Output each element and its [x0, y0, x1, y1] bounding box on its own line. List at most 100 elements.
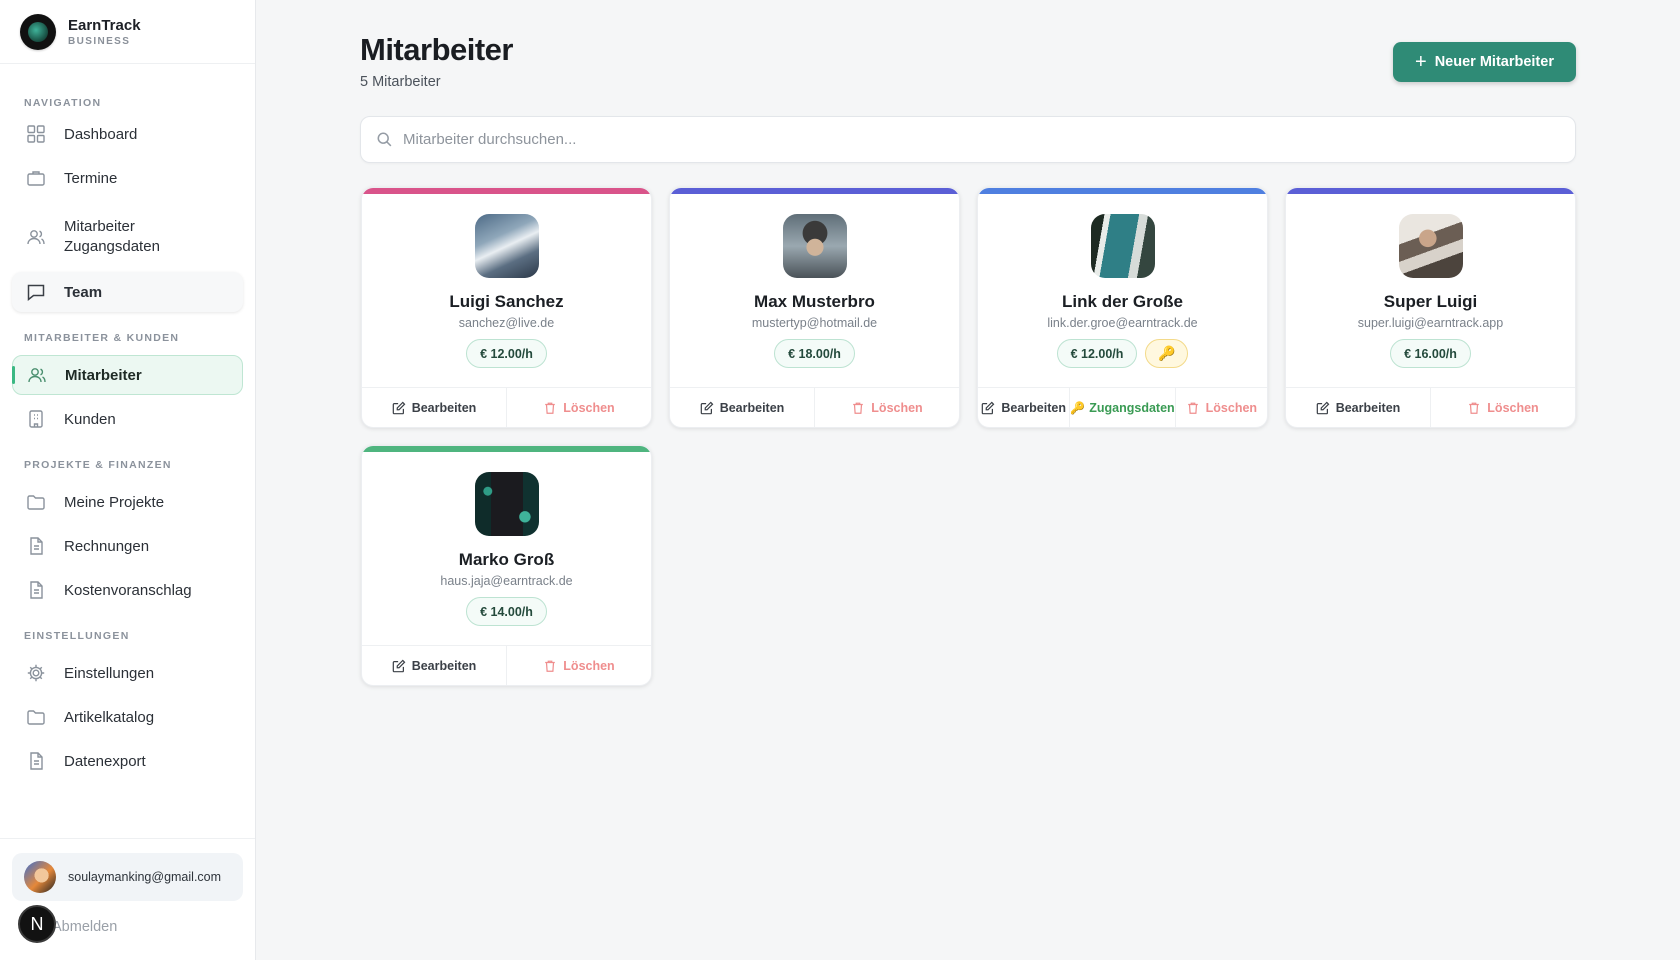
- sidebar-item-rechnungen[interactable]: Rechnungen: [12, 526, 243, 566]
- sidebar-item-kunden[interactable]: Kunden: [12, 399, 243, 439]
- edit-button[interactable]: Bearbeiten: [362, 388, 506, 427]
- delete-button[interactable]: Löschen: [506, 388, 651, 427]
- sidebar-item-label: Dashboard: [64, 125, 138, 143]
- sidebar-item-termine[interactable]: Termine: [12, 158, 243, 198]
- hourly-rate-badge: € 14.00/h: [466, 597, 547, 626]
- sidebar-item-label: Meine Projekte: [64, 493, 165, 511]
- sidebar-item-artikelkatalog[interactable]: Artikelkatalog: [12, 697, 243, 737]
- new-employee-button[interactable]: + Neuer Mitarbeiter: [1393, 42, 1576, 82]
- new-employee-label: Neuer Mitarbeiter: [1434, 54, 1554, 70]
- edit-label: Bearbeiten: [411, 400, 477, 415]
- employee-name: Max Musterbro: [754, 292, 875, 311]
- users-icon: [26, 227, 46, 247]
- delete-button[interactable]: Löschen: [1174, 388, 1267, 427]
- page-title: Mitarbeiter: [360, 32, 513, 67]
- briefcase-icon: [26, 168, 46, 188]
- employee-count: 5 Mitarbeiter: [360, 74, 441, 90]
- card-accent-bar: [1286, 188, 1575, 194]
- employee-email: link.der.groe@earntrack.de: [1047, 316, 1198, 330]
- sidebar-item-label: Kostenvoranschlag: [64, 581, 192, 599]
- employee-card[interactable]: Link der Große link.der.groe@earntrack.d…: [977, 187, 1268, 428]
- edit-icon: [982, 401, 995, 414]
- key-icon: 🔑: [1070, 400, 1086, 415]
- brand[interactable]: EarnTrack BUSINESS: [0, 0, 255, 64]
- sidebar-item-label: Kunden: [64, 410, 116, 428]
- delete-label: Löschen: [563, 658, 615, 673]
- edit-button[interactable]: Bearbeiten: [362, 646, 506, 685]
- sidebar-item-team[interactable]: Team: [12, 272, 243, 312]
- edit-button[interactable]: Bearbeiten: [670, 388, 814, 427]
- employee-photo: [1091, 214, 1155, 278]
- trash-icon: [545, 660, 556, 672]
- employee-photo: [1399, 214, 1463, 278]
- sidebar-item-zugangsdaten[interactable]: Mitarbeiter Zugangsdaten: [12, 208, 243, 266]
- sidebar-item-projekte[interactable]: Meine Projekte: [12, 482, 243, 522]
- sidebar-item-label: Team: [64, 283, 103, 301]
- user-email: soulaymanking@gmail.com: [68, 870, 222, 884]
- employee-card[interactable]: Marko Groß haus.jaja@earntrack.de € 14.0…: [361, 445, 652, 686]
- sidebar-item-label: Mitarbeiter: [65, 366, 142, 384]
- sidebar-item-kostenvoranschlag[interactable]: Kostenvoranschlag: [12, 570, 243, 610]
- sidebar-item-dashboard[interactable]: Dashboard: [12, 114, 243, 154]
- sidebar-item-label: Rechnungen: [64, 537, 150, 555]
- grid-icon: [26, 124, 46, 144]
- sidebar: EarnTrack BUSINESS NAVIGATION Dashboard …: [0, 0, 256, 960]
- employee-card[interactable]: Luigi Sanchez sanchez@live.de € 12.00/h …: [361, 187, 652, 428]
- edit-button[interactable]: Bearbeiten: [978, 388, 1069, 427]
- edit-icon: [392, 659, 406, 672]
- edit-button[interactable]: Bearbeiten: [1286, 388, 1430, 427]
- sidebar-footer: soulaymanking@gmail.com Abmelden N: [0, 838, 255, 960]
- brand-name: EarnTrack: [68, 16, 141, 34]
- folder-icon: [26, 707, 46, 727]
- employee-email: sanchez@live.de: [458, 316, 555, 330]
- employee-photo: [475, 214, 539, 278]
- trash-icon: [853, 402, 864, 414]
- sidebar-item-label: Mitarbeiter: [64, 218, 135, 235]
- credentials-label: Zugangsdaten: [1089, 400, 1175, 415]
- nav-section-people: MITARBEITER & KUNDEN: [24, 332, 180, 344]
- employee-card[interactable]: Super Luigi super.luigi@earntrack.app € …: [1285, 187, 1576, 428]
- nav-section-settings: EINSTELLUNGEN: [24, 630, 130, 642]
- edit-icon: [1316, 401, 1330, 414]
- edit-label: Bearbeiten: [719, 400, 785, 415]
- employee-photo: [475, 472, 539, 536]
- message-icon: [26, 282, 46, 302]
- search-input[interactable]: [403, 131, 1503, 148]
- employee-name: Super Luigi: [1383, 292, 1478, 311]
- edit-label: Bearbeiten: [1335, 400, 1401, 415]
- sidebar-item-label: Datenexport: [64, 752, 146, 770]
- sidebar-item-mitarbeiter[interactable]: Mitarbeiter: [12, 355, 243, 395]
- employee-name: Link der Große: [1062, 292, 1183, 311]
- card-accent-bar: [670, 188, 959, 194]
- sidebar-item-einstellungen[interactable]: Einstellungen: [12, 653, 243, 693]
- sidebar-item-label: Termine: [64, 169, 118, 187]
- employee-name: Luigi Sanchez: [449, 292, 564, 311]
- edit-icon: [700, 401, 714, 414]
- trash-icon: [1187, 402, 1198, 414]
- edit-label: Bearbeiten: [1001, 400, 1066, 415]
- building-icon: [26, 409, 46, 429]
- nav-section-navigation: NAVIGATION: [24, 97, 102, 109]
- employee-card[interactable]: Max Musterbro mustertyp@hotmail.de € 18.…: [669, 187, 960, 428]
- credentials-button[interactable]: 🔑 Zugangsdaten: [1069, 388, 1175, 427]
- logout-button[interactable]: Abmelden: [52, 919, 117, 935]
- file-text-icon: [26, 580, 46, 600]
- n-badge-icon[interactable]: N: [18, 905, 56, 943]
- sidebar-item-label: Zugangsdaten: [64, 238, 160, 255]
- employee-email: haus.jaja@earntrack.de: [440, 574, 573, 588]
- employee-photo: [783, 214, 847, 278]
- key-icon: 🔑: [1145, 339, 1189, 368]
- sidebar-item-datenexport[interactable]: Datenexport: [12, 741, 243, 781]
- gear-icon: [26, 663, 46, 683]
- employee-email: super.luigi@earntrack.app: [1357, 316, 1504, 330]
- file-text-icon: [26, 536, 46, 556]
- delete-button[interactable]: Löschen: [814, 388, 959, 427]
- delete-button[interactable]: Löschen: [1430, 388, 1575, 427]
- hourly-rate-badge: € 16.00/h: [1390, 339, 1471, 368]
- nav-section-projects: PROJEKTE & FINANZEN: [24, 459, 172, 471]
- delete-label: Löschen: [563, 400, 615, 415]
- user-profile[interactable]: soulaymanking@gmail.com: [12, 853, 243, 901]
- delete-label: Löschen: [871, 400, 923, 415]
- delete-button[interactable]: Löschen: [506, 646, 651, 685]
- sidebar-item-label: Artikelkatalog: [64, 708, 155, 726]
